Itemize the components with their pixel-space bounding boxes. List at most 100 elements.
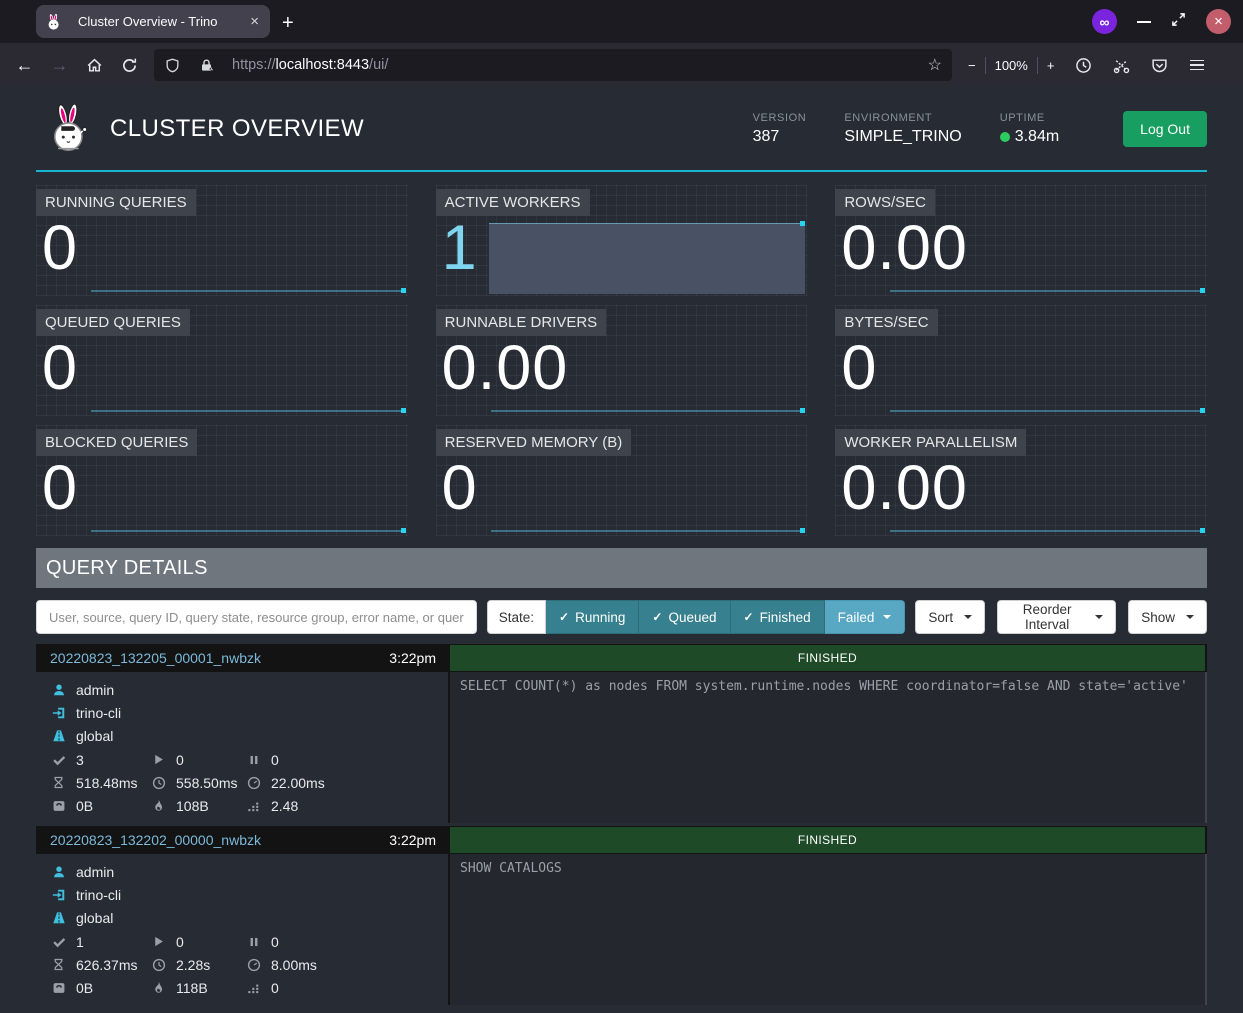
- cpu-time-gauge-icon: [245, 776, 262, 790]
- show-dropdown[interactable]: Show: [1128, 600, 1207, 634]
- query-id-link[interactable]: 20220823_132205_00001_nwbzk: [50, 650, 261, 666]
- query-row: 20220823_132202_00000_nwbzk 3:22pm FINIS…: [36, 826, 1207, 1005]
- reorder-interval-dropdown[interactable]: Reorder Interval: [997, 600, 1116, 634]
- stat-value: 0: [442, 457, 478, 520]
- query-time: 3:22pm: [389, 650, 436, 666]
- version-label: VERSION: [753, 112, 807, 124]
- stat-value: 0.00: [841, 217, 968, 280]
- pocket-icon[interactable]: [1144, 50, 1174, 80]
- back-button[interactable]: ←: [8, 50, 41, 80]
- shield-icon[interactable]: [164, 58, 181, 73]
- uptime-block: UPTIME 3.84m: [1000, 112, 1059, 146]
- query-stats: 3 0 0 518.48ms 558.50ms: [50, 748, 448, 817]
- query-row: 20220823_132205_00001_nwbzk 3:22pm FINIS…: [36, 644, 1207, 823]
- query-time: 3:22pm: [389, 832, 436, 848]
- history-clock-icon[interactable]: [1068, 50, 1098, 80]
- query-id-link[interactable]: 20220823_132202_00000_nwbzk: [50, 832, 261, 848]
- stat-value: 0: [42, 457, 78, 520]
- running-splits: 0: [176, 934, 184, 950]
- current-memory: 0B: [76, 798, 93, 814]
- zoom-level[interactable]: 100%: [995, 58, 1028, 73]
- trino-favicon-icon: [45, 14, 62, 30]
- minimize-button[interactable]: [1137, 21, 1151, 23]
- stat-card-blocked-queries: BLOCKED QUERIES 0: [36, 425, 408, 537]
- caret-down-icon: [1095, 615, 1103, 619]
- state-filter-running[interactable]: ✓ Running: [546, 600, 639, 634]
- zoom-out-button[interactable]: −: [968, 58, 976, 73]
- state-filter-failed-dropdown[interactable]: Failed: [825, 600, 906, 634]
- query-source: trino-cli: [76, 887, 121, 903]
- peak-memory: 118B: [176, 980, 208, 996]
- url-bar[interactable]: https://localhost:8443/ui/ ☆: [154, 49, 952, 81]
- caret-down-icon: [1186, 615, 1194, 619]
- sparkline-dot: [800, 528, 805, 533]
- cumulative-memory-chart-icon: [245, 981, 262, 995]
- caret-down-icon: [964, 615, 972, 619]
- user-icon: [50, 865, 67, 879]
- url-scheme: https://: [232, 57, 276, 73]
- query-search-input[interactable]: [36, 600, 477, 634]
- state-filter-finished[interactable]: ✓ Finished: [731, 600, 825, 634]
- menu-hamburger-icon[interactable]: [1182, 50, 1212, 80]
- lock-warning-icon[interactable]: [198, 58, 215, 73]
- window-controls: ∞ ×: [1092, 0, 1231, 43]
- sparkline: [890, 530, 1205, 532]
- bookmark-star-icon[interactable]: ☆: [928, 55, 942, 75]
- state-filter-label: Finished: [760, 610, 811, 625]
- query-row-body: admin trino-cli global 1: [36, 854, 1207, 1005]
- close-button[interactable]: ×: [1206, 9, 1231, 34]
- stat-card-active-workers: ACTIVE WORKERS 1: [436, 185, 808, 297]
- current-memory: 0B: [76, 980, 93, 996]
- restore-button[interactable]: [1171, 12, 1186, 32]
- state-filter-label: Running: [575, 610, 625, 625]
- stat-card-running-queries: RUNNING QUERIES 0: [36, 185, 408, 297]
- query-resource-group: global: [76, 910, 113, 926]
- cumulative-memory: 2.48: [271, 798, 298, 814]
- sparkline-dot: [800, 221, 805, 226]
- environment-value: SIMPLE_TRINO: [844, 128, 961, 146]
- stat-value: 0.00: [442, 337, 569, 400]
- version-value: 387: [753, 128, 807, 146]
- url-path: /ui/: [369, 57, 388, 73]
- completed-splits-check-icon: [50, 753, 67, 767]
- state-filter-queued[interactable]: ✓ Queued: [639, 600, 730, 634]
- screenshot-scissors-icon[interactable]: [1106, 50, 1136, 80]
- sparkline: [491, 410, 806, 412]
- home-button[interactable]: [78, 50, 111, 80]
- check-icon: ✓: [744, 610, 754, 624]
- sparkline: [91, 290, 406, 292]
- zoom-in-button[interactable]: +: [1047, 58, 1055, 73]
- stat-cards-grid: RUNNING QUERIES 0 ACTIVE WORKERS 1 ROWS/…: [36, 185, 1207, 537]
- stat-label: RUNNING QUERIES: [36, 189, 196, 216]
- total-time: 2.28s: [176, 957, 210, 973]
- stat-label: RUNNABLE DRIVERS: [436, 309, 607, 336]
- stat-card-runnable-drivers: RUNNABLE DRIVERS 0.00: [436, 305, 808, 417]
- query-sql-text: SHOW CATALOGS: [460, 861, 1195, 876]
- caret-down-icon: [883, 615, 891, 619]
- sort-dropdown[interactable]: Sort: [915, 600, 985, 634]
- resource-group-road-icon: [50, 911, 67, 925]
- query-user: admin: [76, 864, 114, 880]
- stat-card-reserved-memory: RESERVED MEMORY (B) 0: [436, 425, 808, 537]
- sparkline: [890, 290, 1205, 292]
- logout-button[interactable]: Log Out: [1123, 111, 1207, 147]
- separator: [1037, 57, 1038, 74]
- query-row-header: 20220823_132202_00000_nwbzk 3:22pm FINIS…: [36, 826, 1207, 854]
- stat-label: BLOCKED QUERIES: [36, 429, 197, 456]
- new-tab-button[interactable]: +: [282, 13, 294, 33]
- queued-splits: 0: [271, 752, 279, 768]
- reload-button[interactable]: [113, 50, 146, 80]
- sparkline-area: [489, 223, 806, 294]
- browser-tab[interactable]: Cluster Overview - Trino ×: [36, 5, 270, 38]
- stat-label: QUEUED QUERIES: [36, 309, 190, 336]
- url-host: localhost:8443: [276, 57, 370, 73]
- query-details-header: QUERY DETAILS: [36, 548, 1207, 588]
- stat-card-queued-queries: QUEUED QUERIES 0: [36, 305, 408, 417]
- state-filter-group: State: ✓ Running ✓ Queued ✓ Finished Fai…: [487, 600, 906, 634]
- environment-block: ENVIRONMENT SIMPLE_TRINO: [844, 112, 961, 146]
- tab-close-icon[interactable]: ×: [248, 13, 261, 30]
- sparkline-dot: [401, 288, 406, 293]
- completed-splits: 1: [76, 934, 84, 950]
- browser-toolbar: ← → https://localhost:8443/ui/ ☆: [0, 43, 1243, 87]
- source-signin-icon: [50, 888, 67, 902]
